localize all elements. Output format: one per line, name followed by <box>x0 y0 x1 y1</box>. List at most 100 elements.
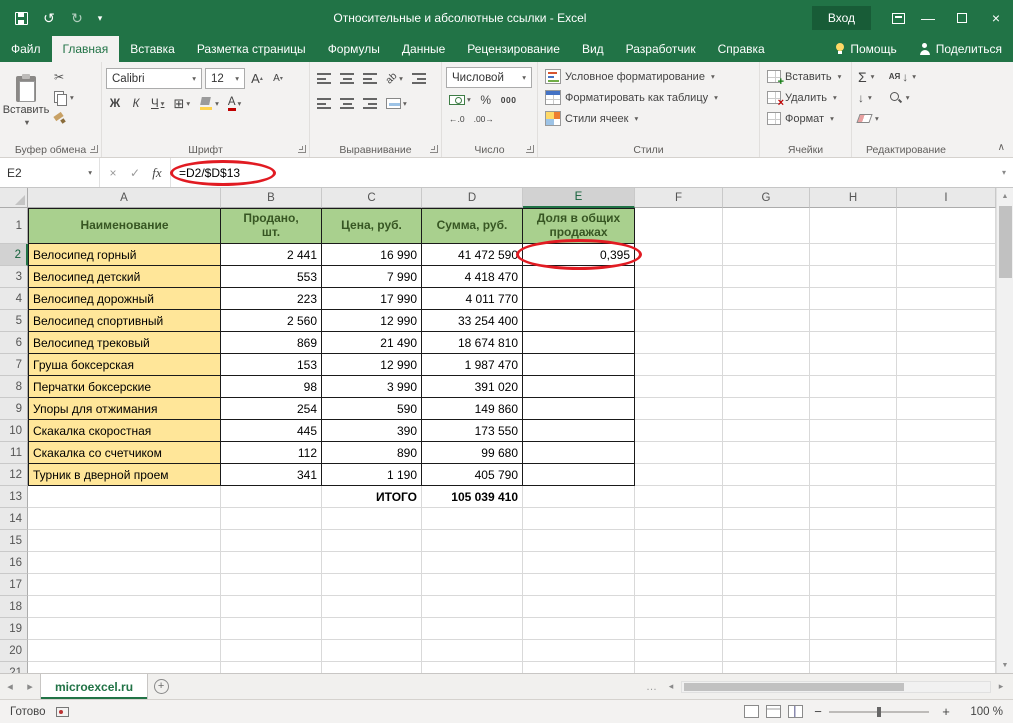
cell-C19[interactable] <box>322 618 422 640</box>
cell-B6[interactable]: 869 <box>221 332 322 354</box>
cell-G17[interactable] <box>723 574 810 596</box>
cell-B10[interactable]: 445 <box>221 420 322 442</box>
cell-D9[interactable]: 149 860 <box>422 398 523 420</box>
format-as-table-button[interactable]: Форматировать как таблицу▾ <box>542 87 755 108</box>
cell-A15[interactable] <box>28 530 221 552</box>
cell-E15[interactable] <box>523 530 635 552</box>
collapse-ribbon-button[interactable]: ∧ <box>998 142 1005 153</box>
cell-B14[interactable] <box>221 508 322 530</box>
cell-I2[interactable] <box>897 244 996 266</box>
cell-A1[interactable]: Наименование <box>28 208 221 244</box>
cell-G2[interactable] <box>723 244 810 266</box>
horizontal-scroll-thumb[interactable] <box>684 683 904 691</box>
cell-I1[interactable] <box>897 208 996 244</box>
cell-I8[interactable] <box>897 376 996 398</box>
cell-F9[interactable] <box>635 398 723 420</box>
cell-C2[interactable]: 16 990 <box>322 244 422 266</box>
tab-данные[interactable]: Данные <box>391 36 456 62</box>
cell-E13[interactable] <box>523 486 635 508</box>
clear-button[interactable]: ▾ <box>856 108 881 129</box>
cell-B18[interactable] <box>221 596 322 618</box>
align-middle-button[interactable] <box>337 68 357 90</box>
cell-F10[interactable] <box>635 420 723 442</box>
cell-F2[interactable] <box>635 244 723 266</box>
cell-H7[interactable] <box>810 354 897 376</box>
dialog-launcher-icon[interactable] <box>298 145 306 153</box>
shrink-font-button[interactable]: А <box>269 68 287 90</box>
scroll-left-icon[interactable]: ◂ <box>663 681 679 692</box>
row-header-21[interactable]: 21 <box>0 662 28 673</box>
cell-C8[interactable]: 3 990 <box>322 376 422 398</box>
cell-B21[interactable] <box>221 662 322 673</box>
cell-F3[interactable] <box>635 266 723 288</box>
bold-button[interactable]: Ж <box>106 93 124 115</box>
cell-A9[interactable]: Упоры для отжимания <box>28 398 221 420</box>
fill-color-button[interactable]: ▾ <box>196 93 222 115</box>
cell-D17[interactable] <box>422 574 523 596</box>
cell-D1[interactable]: Сумма, руб. <box>422 208 523 244</box>
tab-вставка[interactable]: Вставка <box>119 36 186 62</box>
cell-D5[interactable]: 33 254 400 <box>422 310 523 332</box>
column-header-B[interactable]: B <box>221 188 322 208</box>
cell-F14[interactable] <box>635 508 723 530</box>
cell-H1[interactable] <box>810 208 897 244</box>
cell-I10[interactable] <box>897 420 996 442</box>
cell-G19[interactable] <box>723 618 810 640</box>
cell-C6[interactable]: 21 490 <box>322 332 422 354</box>
cell-D14[interactable] <box>422 508 523 530</box>
insert-function-button[interactable]: fx <box>146 165 168 181</box>
cell-E19[interactable] <box>523 618 635 640</box>
cell-G15[interactable] <box>723 530 810 552</box>
borders-button[interactable]: ⊞▾ <box>170 93 193 115</box>
cell-E14[interactable] <box>523 508 635 530</box>
sheet-tab-microexcel[interactable]: microexcel.ru <box>40 674 148 699</box>
row-header-16[interactable]: 16 <box>0 552 28 574</box>
cell-D3[interactable]: 4 418 470 <box>422 266 523 288</box>
align-top-button[interactable] <box>314 68 334 90</box>
cell-D18[interactable] <box>422 596 523 618</box>
cell-G7[interactable] <box>723 354 810 376</box>
cell-H12[interactable] <box>810 464 897 486</box>
zoom-out-button[interactable]: − <box>809 704 827 719</box>
dialog-launcher-icon[interactable] <box>430 145 438 153</box>
increase-decimal-button[interactable]: ←.0 <box>446 108 468 130</box>
cell-E18[interactable] <box>523 596 635 618</box>
cell-A8[interactable]: Перчатки боксерские <box>28 376 221 398</box>
cell-C21[interactable] <box>322 662 422 673</box>
align-left-button[interactable] <box>314 93 334 115</box>
cell-E7[interactable] <box>523 354 635 376</box>
cell-I5[interactable] <box>897 310 996 332</box>
row-header-11[interactable]: 11 <box>0 442 28 464</box>
cell-B4[interactable]: 223 <box>221 288 322 310</box>
cell-H18[interactable] <box>810 596 897 618</box>
select-all-corner[interactable] <box>0 188 28 208</box>
cell-H4[interactable] <box>810 288 897 310</box>
cell-D8[interactable]: 391 020 <box>422 376 523 398</box>
cell-D13[interactable]: 105 039 410 <box>422 486 523 508</box>
column-header-H[interactable]: H <box>810 188 897 208</box>
cell-A7[interactable]: Груша боксерская <box>28 354 221 376</box>
orientation-button[interactable]: ab▾ <box>383 68 406 90</box>
tab-главная[interactable]: Главная <box>52 36 120 62</box>
cell-I7[interactable] <box>897 354 996 376</box>
zoom-slider-thumb[interactable] <box>877 707 881 717</box>
tab-file[interactable]: Файл <box>0 36 52 62</box>
save-button[interactable] <box>8 5 34 31</box>
tab-вид[interactable]: Вид <box>571 36 615 62</box>
cell-F11[interactable] <box>635 442 723 464</box>
cell-A4[interactable]: Велосипед дорожный <box>28 288 221 310</box>
cell-B13[interactable] <box>221 486 322 508</box>
cell-D15[interactable] <box>422 530 523 552</box>
cell-I20[interactable] <box>897 640 996 662</box>
cell-G21[interactable] <box>723 662 810 673</box>
ribbon-display-options-button[interactable] <box>885 5 911 31</box>
cell-B8[interactable]: 98 <box>221 376 322 398</box>
cell-I14[interactable] <box>897 508 996 530</box>
cell-C17[interactable] <box>322 574 422 596</box>
cell-F4[interactable] <box>635 288 723 310</box>
find-select-button[interactable]: ▾ <box>887 87 918 108</box>
cell-G4[interactable] <box>723 288 810 310</box>
add-sheet-button[interactable]: + <box>148 674 174 699</box>
grow-font-button[interactable]: А <box>248 68 266 90</box>
cell-G20[interactable] <box>723 640 810 662</box>
